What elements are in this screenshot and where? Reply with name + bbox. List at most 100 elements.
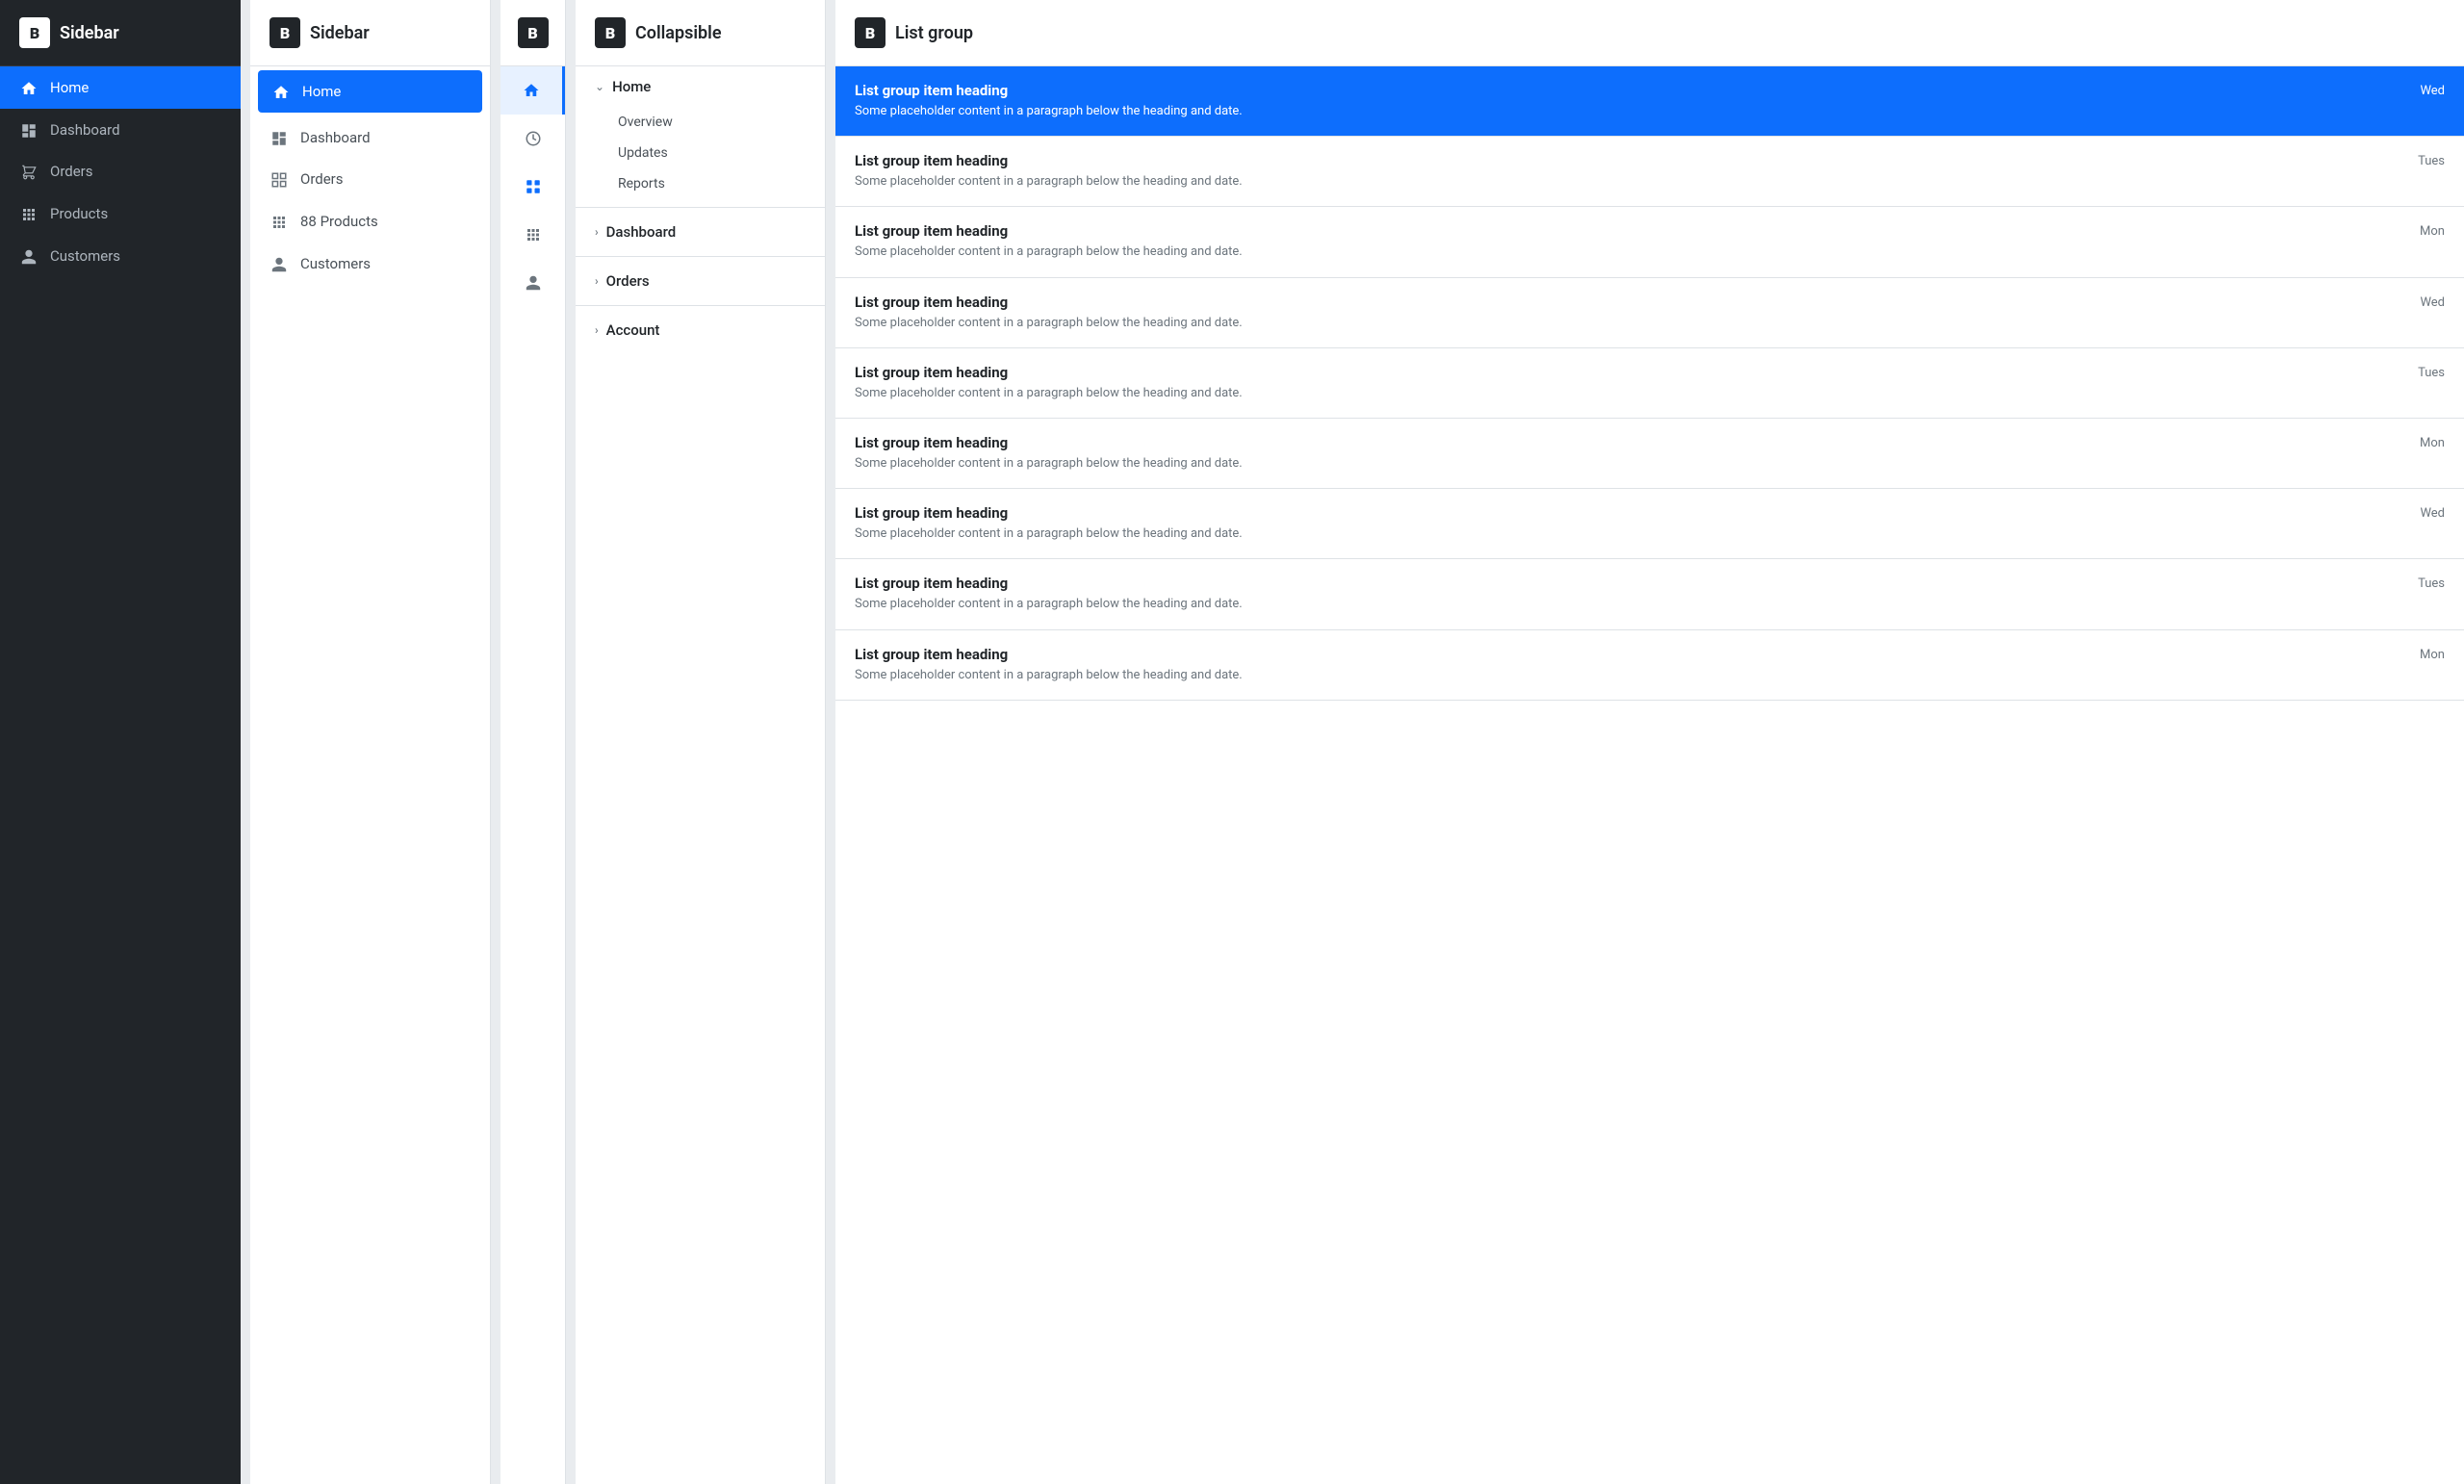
list-item-3-badge: Mon: [2420, 222, 2445, 239]
brand-title-dark: Sidebar: [60, 23, 119, 43]
sidebar-label-products-dark: Products: [50, 205, 108, 222]
list-item-2-badge: Tues: [2418, 152, 2445, 168]
collapsible-divider-2: [576, 256, 825, 257]
list-item-4-heading: List group item heading: [855, 294, 2408, 311]
collapsible-orders-label: Orders: [606, 272, 650, 290]
products-icon-small: [525, 226, 542, 243]
icon-sidebar: B: [500, 0, 566, 1484]
sidebar-item-products-dark[interactable]: Products: [0, 192, 241, 235]
dark-sidebar: B Sidebar Home Dashboard Orders Products…: [0, 0, 241, 1484]
list-item-7-heading: List group item heading: [855, 504, 2408, 522]
collapsible-home-header[interactable]: ⌄ Home: [576, 66, 825, 107]
collapsible-item-orders: › Orders: [576, 261, 825, 301]
list-item-2[interactable]: List group item heading Some placeholder…: [835, 137, 2464, 207]
list-item-4-text: Some placeholder content in a paragraph …: [855, 315, 2408, 332]
collapsible-divider-3: [576, 305, 825, 306]
collapsible-dashboard-label: Dashboard: [606, 223, 677, 241]
sidebar-item-orders-dark[interactable]: Orders: [0, 151, 241, 193]
sidebar-label-home-light: Home: [302, 83, 341, 100]
sidebar-item-orders-light[interactable]: Orders: [250, 159, 490, 201]
dashboard-icon: [19, 120, 38, 140]
customers-icon-dark: [19, 246, 38, 266]
list-item-7-text: Some placeholder content in a paragraph …: [855, 525, 2408, 543]
list-item-5[interactable]: List group item heading Some placeholder…: [835, 348, 2464, 419]
list-item-3-text: Some placeholder content in a paragraph …: [855, 243, 2408, 261]
icon-item-home[interactable]: [500, 66, 565, 115]
brand-icon-light: B: [270, 17, 300, 48]
collapsible-sub-updates[interactable]: Updates: [576, 138, 825, 168]
list-item-8-text: Some placeholder content in a paragraph …: [855, 596, 2406, 613]
collapsible-sub-reports[interactable]: Reports: [576, 168, 825, 199]
sidebar-item-products-light[interactable]: 88 Products: [250, 200, 490, 243]
list-item-6-text: Some placeholder content in a paragraph …: [855, 455, 2408, 473]
sidebar-label-home-dark: Home: [50, 79, 89, 96]
list-item-2-content: List group item heading Some placeholder…: [855, 152, 2406, 191]
list-item-6-badge: Mon: [2420, 434, 2445, 450]
list-item-1-heading: List group item heading: [855, 82, 2408, 99]
light-sidebar-header: B Sidebar: [250, 0, 490, 66]
brand-title-collapsible: Collapsible: [635, 23, 722, 43]
sidebar-item-customers-dark[interactable]: Customers: [0, 235, 241, 277]
list-item-3[interactable]: List group item heading Some placeholder…: [835, 207, 2464, 277]
sidebar-label-customers-dark: Customers: [50, 247, 120, 265]
list-item-8[interactable]: List group item heading Some placeholder…: [835, 559, 2464, 629]
collapsible-sidebar: B Collapsible ⌄ Home Overview Updates Re…: [576, 0, 826, 1484]
icon-item-products[interactable]: [500, 211, 565, 259]
list-item-6[interactable]: List group item heading Some placeholder…: [835, 419, 2464, 489]
dark-sidebar-header: B Sidebar: [0, 0, 241, 66]
sidebar-item-customers-light[interactable]: Customers: [250, 243, 490, 285]
list-item-9-badge: Mon: [2420, 646, 2445, 662]
collapsible-item-home: ⌄ Home Overview Updates Reports: [576, 66, 825, 203]
separator-1: [241, 0, 250, 1484]
list-item-3-heading: List group item heading: [855, 222, 2408, 240]
list-item-5-badge: Tues: [2418, 364, 2445, 380]
icon-item-dashboard[interactable]: [500, 115, 565, 163]
sidebar-label-dashboard-light: Dashboard: [300, 129, 371, 146]
list-item-9[interactable]: List group item heading Some placeholder…: [835, 630, 2464, 701]
listgroup-panel: B List group List group item heading Som…: [835, 0, 2464, 1484]
icon-sidebar-header: B: [500, 0, 565, 66]
icon-item-customers[interactable]: [500, 259, 565, 307]
sidebar-item-dashboard-light[interactable]: Dashboard: [250, 116, 490, 159]
dashboard-icon-small: [525, 130, 542, 147]
list-item-5-heading: List group item heading: [855, 364, 2406, 381]
list-item-7[interactable]: List group item heading Some placeholder…: [835, 489, 2464, 559]
separator-3: [566, 0, 576, 1484]
brand-title-light: Sidebar: [310, 23, 370, 43]
separator-2: [491, 0, 500, 1484]
list-item-2-heading: List group item heading: [855, 152, 2406, 169]
sidebar-item-dashboard-dark[interactable]: Dashboard: [0, 109, 241, 151]
collapsible-home-label: Home: [612, 78, 651, 95]
list-item-1[interactable]: List group item heading Some placeholder…: [835, 66, 2464, 137]
list-item-3-content: List group item heading Some placeholder…: [855, 222, 2408, 261]
list-item-4-badge: Wed: [2420, 294, 2445, 310]
list-item-6-heading: List group item heading: [855, 434, 2408, 451]
list-item-4[interactable]: List group item heading Some placeholder…: [835, 278, 2464, 348]
dashboard-icon-light: [270, 128, 289, 147]
orders-icon-light: [270, 170, 289, 190]
collapsible-dashboard-header[interactable]: › Dashboard: [576, 212, 825, 252]
sidebar-label-orders-light: Orders: [300, 170, 344, 188]
chevron-right-icon-2: ›: [595, 274, 599, 288]
collapsible-item-account: › Account: [576, 310, 825, 350]
sidebar-label-orders-dark: Orders: [50, 163, 93, 180]
listgroup-header: B List group: [835, 0, 2464, 66]
customers-icon-small: [525, 274, 542, 292]
brand-title-listgroup: List group: [895, 23, 973, 43]
list-item-9-content: List group item heading Some placeholder…: [855, 646, 2408, 684]
collapsible-account-header[interactable]: › Account: [576, 310, 825, 350]
collapsible-orders-header[interactable]: › Orders: [576, 261, 825, 301]
home-icon: [19, 78, 38, 97]
separator-4: [826, 0, 835, 1484]
collapsible-sub-overview[interactable]: Overview: [576, 107, 825, 138]
sidebar-item-home-dark[interactable]: Home: [0, 66, 241, 109]
chevron-right-icon-3: ›: [595, 323, 599, 337]
sidebar-item-home-light[interactable]: Home: [258, 70, 482, 113]
list-item-7-content: List group item heading Some placeholder…: [855, 504, 2408, 543]
list-item-9-text: Some placeholder content in a paragraph …: [855, 667, 2408, 684]
brand-icon-icons: B: [518, 17, 549, 48]
icon-item-orders[interactable]: [500, 163, 565, 211]
list-item-8-heading: List group item heading: [855, 575, 2406, 592]
list-item-5-text: Some placeholder content in a paragraph …: [855, 385, 2406, 402]
orders-icon: [19, 163, 38, 182]
